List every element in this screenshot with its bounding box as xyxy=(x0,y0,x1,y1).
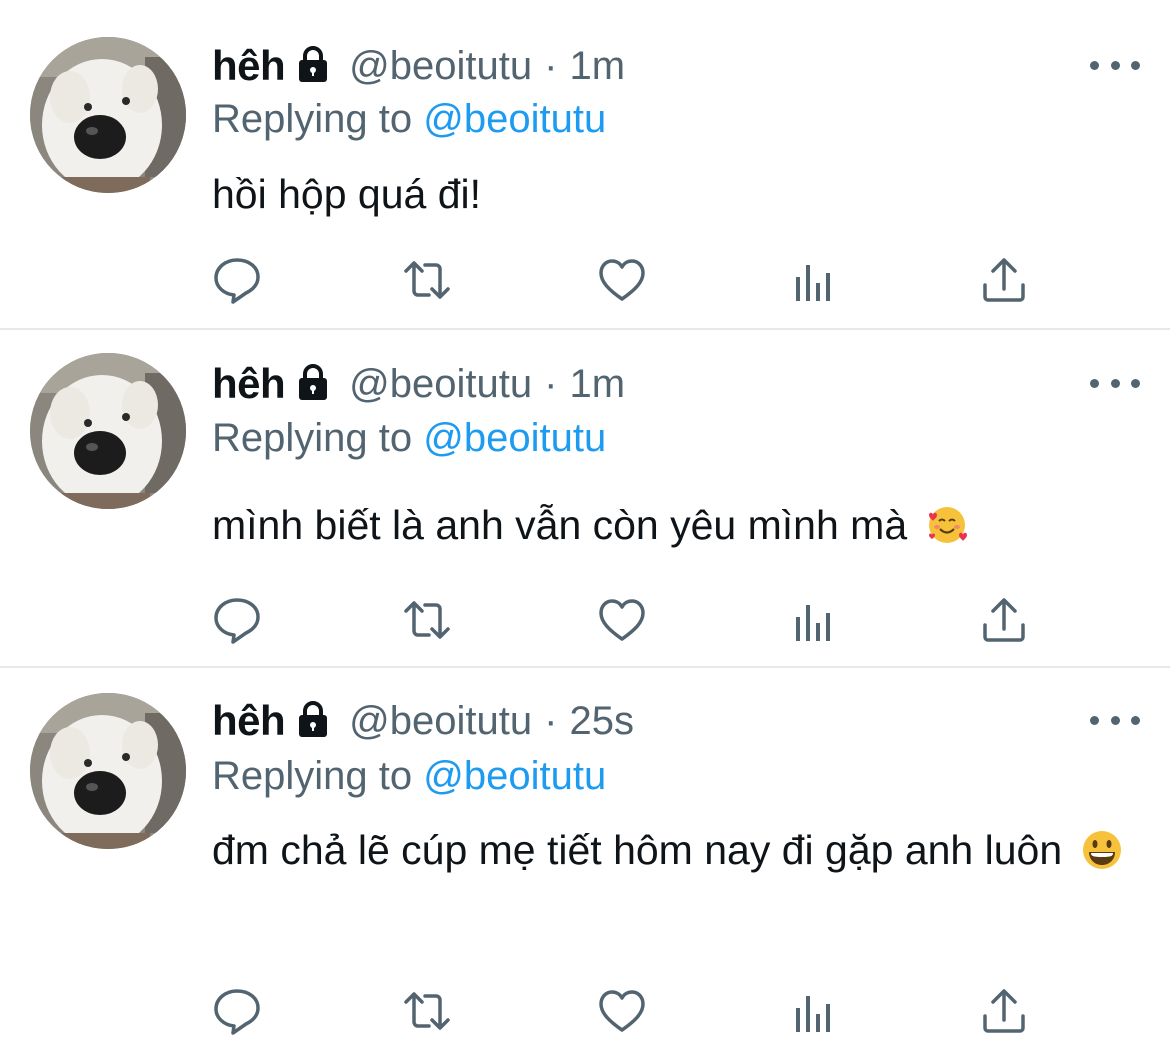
timestamp[interactable]: 1m xyxy=(569,362,625,407)
replying-mention-link[interactable]: @beoitutu xyxy=(423,754,606,798)
replying-to: Replying to @beoitutu xyxy=(212,97,606,142)
more-icon[interactable] xyxy=(1090,710,1140,730)
display-name[interactable]: hêh xyxy=(212,42,286,90)
tweet-text: hồi hộp quá đi! xyxy=(212,162,1142,226)
reply-icon[interactable] xyxy=(212,595,262,645)
tweet-text-content: hồi hộp quá đi! xyxy=(212,171,482,217)
lock-icon xyxy=(293,362,333,402)
avatar[interactable] xyxy=(30,693,186,849)
like-icon[interactable] xyxy=(597,986,647,1036)
reply-icon[interactable] xyxy=(212,986,262,1036)
avatar[interactable] xyxy=(30,37,186,193)
retweet-icon[interactable] xyxy=(402,986,452,1036)
tweet-text-content: mình biết là anh vẫn còn yêu mình mà xyxy=(212,502,908,548)
replying-mention-link[interactable]: @beoitutu xyxy=(423,416,606,460)
like-icon[interactable] xyxy=(597,595,647,645)
tweet-actions xyxy=(212,255,1042,305)
more-icon[interactable] xyxy=(1090,373,1140,393)
more-icon[interactable] xyxy=(1090,55,1140,75)
replying-label: Replying to xyxy=(212,416,413,460)
tweet-text: mình biết là anh vẫn còn yêu mình mà xyxy=(212,493,1142,557)
tweet-text: đm chả lẽ cúp mẹ tiết hôm nay đi gặp anh… xyxy=(212,818,1142,882)
share-icon[interactable] xyxy=(979,255,1029,305)
tweet-header: hêh @beoitutu · 25s xyxy=(212,693,634,749)
retweet-icon[interactable] xyxy=(402,255,452,305)
replying-label: Replying to xyxy=(212,97,413,141)
lock-icon xyxy=(293,44,333,84)
replying-mention-link[interactable]: @beoitutu xyxy=(423,97,606,141)
retweet-icon[interactable] xyxy=(402,595,452,645)
timestamp[interactable]: 1m xyxy=(569,44,625,89)
separator-dot: · xyxy=(544,43,558,88)
grinning-face-icon xyxy=(1080,826,1124,870)
replying-to: Replying to @beoitutu xyxy=(212,754,606,799)
analytics-icon[interactable] xyxy=(788,255,838,305)
lock-icon xyxy=(293,699,333,739)
reply-icon[interactable] xyxy=(212,255,262,305)
tweet-header: hêh @beoitutu · 1m xyxy=(212,356,625,412)
tweet-header: hêh @beoitutu · 1m xyxy=(212,38,625,94)
tweet[interactable]: hêh @beoitutu · 25s Replying to @beoitut… xyxy=(0,668,1170,1058)
avatar[interactable] xyxy=(30,353,186,509)
tweet-text-content: đm chả lẽ cúp mẹ tiết hôm nay đi gặp anh… xyxy=(212,827,1063,873)
display-name[interactable]: hêh xyxy=(212,360,286,408)
analytics-icon[interactable] xyxy=(788,595,838,645)
share-icon[interactable] xyxy=(979,986,1029,1036)
analytics-icon[interactable] xyxy=(788,986,838,1036)
timestamp[interactable]: 25s xyxy=(569,699,634,744)
like-icon[interactable] xyxy=(597,255,647,305)
replying-label: Replying to xyxy=(212,754,413,798)
tweet[interactable]: hêh @beoitutu · 1m Replying to @beoitutu… xyxy=(0,0,1170,330)
display-name[interactable]: hêh xyxy=(212,697,286,745)
smiling-face-with-hearts-icon xyxy=(925,501,969,545)
replying-to: Replying to @beoitutu xyxy=(212,416,606,461)
separator-dot: · xyxy=(544,698,558,743)
username-handle[interactable]: @beoitutu xyxy=(349,44,532,89)
share-icon[interactable] xyxy=(979,595,1029,645)
username-handle[interactable]: @beoitutu xyxy=(349,699,532,744)
tweet-actions xyxy=(212,986,1042,1036)
tweet[interactable]: hêh @beoitutu · 1m Replying to @beoitutu… xyxy=(0,330,1170,668)
tweet-actions xyxy=(212,595,1042,645)
username-handle[interactable]: @beoitutu xyxy=(349,362,532,407)
separator-dot: · xyxy=(544,361,558,406)
